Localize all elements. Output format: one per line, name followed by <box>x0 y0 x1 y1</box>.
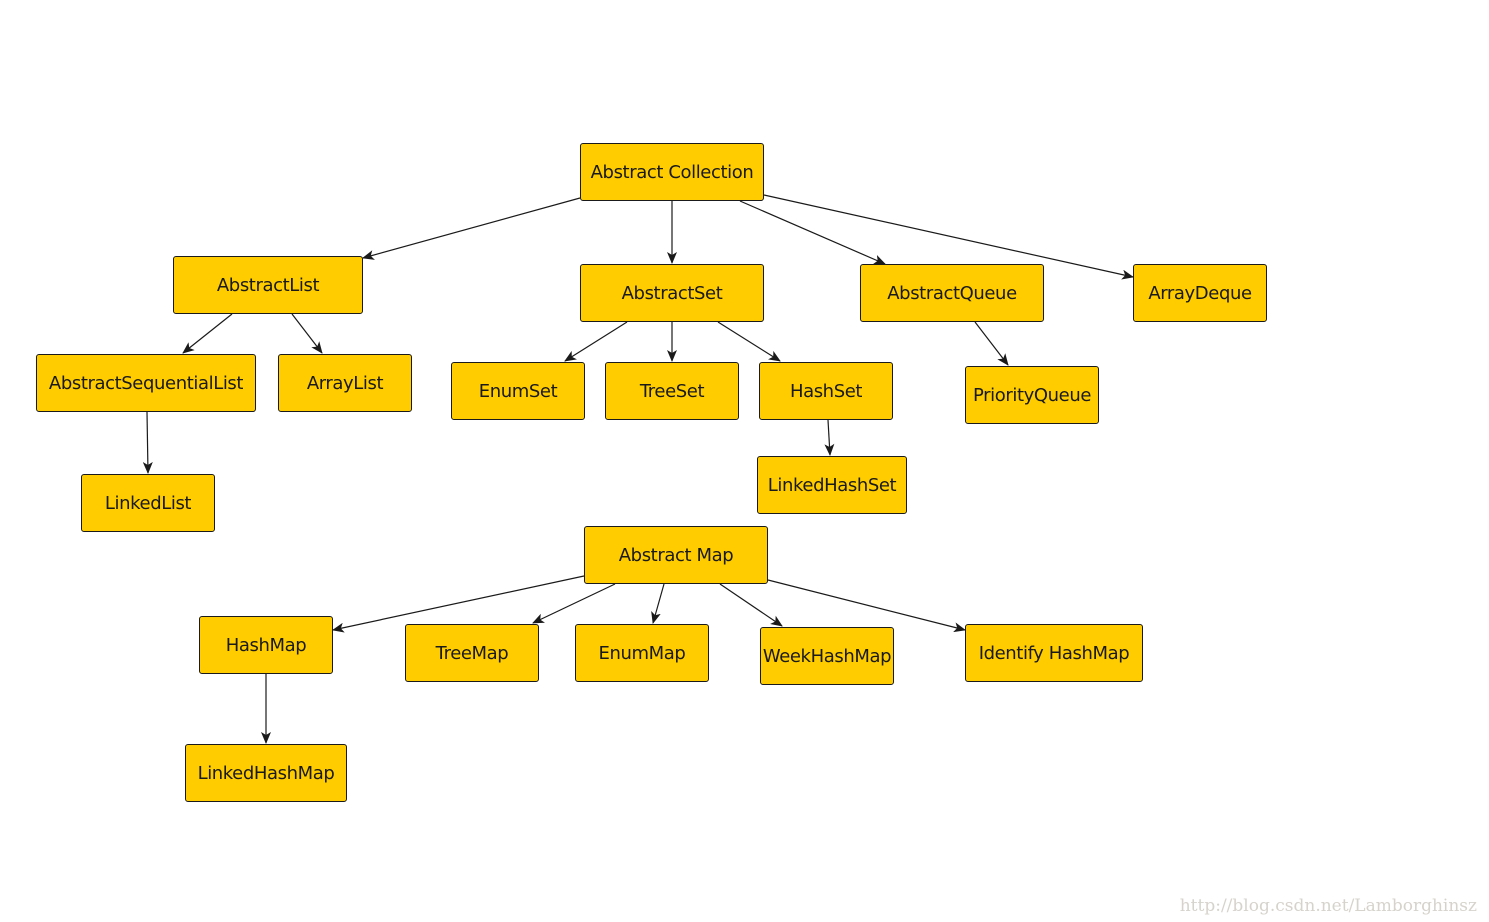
node-label: Abstract Map <box>618 544 734 566</box>
node-label: TreeMap <box>435 642 509 664</box>
node-label: AbstractSequentialList <box>48 372 244 394</box>
edge-abstract-map-to-week-hash-map <box>719 583 783 627</box>
node-label: Identify HashMap <box>978 642 1130 664</box>
node-abstract-queue: AbstractQueue <box>860 264 1044 322</box>
edge-abstract-sequential-list-to-linked-list <box>142 411 153 474</box>
edge-hash-set-to-linked-hash-set <box>824 419 835 456</box>
edge-abstract-map-to-enum-map <box>651 583 665 624</box>
node-abstract-list: AbstractList <box>173 256 363 314</box>
node-label: LinkedHashMap <box>197 762 335 784</box>
node-label: ArrayList <box>306 372 384 394</box>
node-array-deque: ArrayDeque <box>1133 264 1267 322</box>
edge-abstract-set-to-hash-set <box>717 321 781 362</box>
node-label: EnumSet <box>478 380 558 402</box>
edge-abstract-list-to-array-list <box>291 313 323 354</box>
node-linked-list: LinkedList <box>81 474 215 532</box>
node-abstract-set: AbstractSet <box>580 264 764 322</box>
node-label: HashMap <box>225 634 307 656</box>
node-tree-map: TreeMap <box>405 624 539 682</box>
node-linked-hash-set: LinkedHashSet <box>757 456 907 514</box>
node-enum-map: EnumMap <box>575 624 709 682</box>
edge-abstract-map-to-hash-map <box>332 575 585 633</box>
node-label: LinkedList <box>104 492 192 514</box>
node-label: AbstractQueue <box>887 282 1017 304</box>
edge-abstract-collection-to-abstract-list <box>362 197 581 260</box>
edge-abstract-collection-to-abstract-queue <box>739 200 886 265</box>
node-abstract-sequential-list: AbstractSequentialList <box>36 354 256 412</box>
node-label: ArrayDeque <box>1148 282 1252 304</box>
edge-abstract-set-to-enum-set <box>564 321 628 362</box>
node-hash-map: HashMap <box>199 616 333 674</box>
edge-abstract-map-to-tree-map <box>532 583 616 624</box>
node-hash-set: HashSet <box>759 362 893 420</box>
node-enum-set: EnumSet <box>451 362 585 420</box>
node-tree-set: TreeSet <box>605 362 739 420</box>
node-priority-queue: PriorityQueue <box>965 366 1099 424</box>
edge-abstract-map-to-identify-hash-map <box>767 579 966 633</box>
node-label: TreeSet <box>639 380 705 402</box>
edge-abstract-list-to-abstract-sequential-list <box>182 313 233 354</box>
node-label: AbstractList <box>216 274 320 296</box>
edge-abstract-queue-to-priority-queue <box>974 321 1009 366</box>
node-linked-hash-map: LinkedHashMap <box>185 744 347 802</box>
watermark: http://blog.csdn.net/Lamborghinsz <box>1179 896 1477 916</box>
node-array-list: ArrayList <box>278 354 412 412</box>
node-identify-hash-map: Identify HashMap <box>965 624 1143 682</box>
node-label: LinkedHashSet <box>767 474 897 496</box>
node-label: EnumMap <box>598 642 686 664</box>
node-label: Abstract Collection <box>590 161 754 183</box>
node-label: HashSet <box>789 380 863 402</box>
node-week-hash-map: WeekHashMap <box>760 627 894 685</box>
node-label: PriorityQueue <box>973 384 1091 406</box>
node-label: WeekHashMap <box>762 645 892 667</box>
node-abstract-map: Abstract Map <box>584 526 768 584</box>
node-abstract-collection: Abstract Collection <box>580 143 764 201</box>
node-label: AbstractSet <box>621 282 723 304</box>
